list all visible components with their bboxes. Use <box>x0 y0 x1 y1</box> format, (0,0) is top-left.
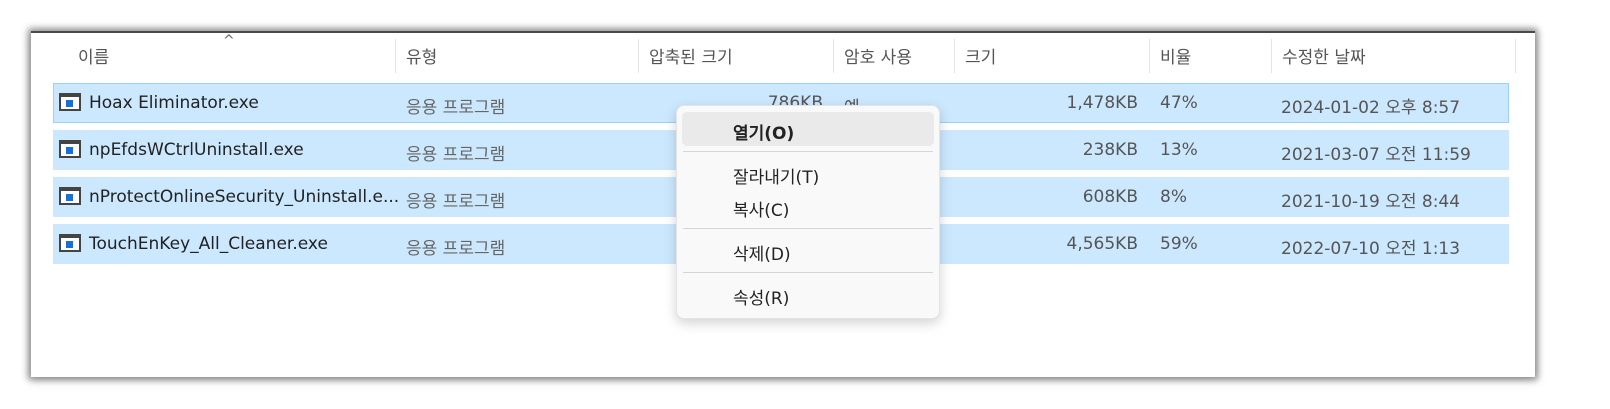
menu-item-cut[interactable]: 잘라내기(T) <box>682 156 934 190</box>
file-size: 4,565KB <box>1066 234 1138 254</box>
menu-divider <box>683 228 933 229</box>
modified-date: 2024-01-02 오후 8:57 <box>1281 98 1461 118</box>
file-type: 응용 프로그램 <box>406 239 506 259</box>
column-divider[interactable] <box>395 39 396 73</box>
modified-date: 2022-07-10 오전 1:13 <box>1281 239 1461 259</box>
menu-item-label: 복사(C) <box>733 201 790 221</box>
file-type: 응용 프로그램 <box>406 98 506 118</box>
context-menu: 열기(O) 잘라내기(T) 복사(C) 삭제(D) 속성(R) <box>676 105 940 319</box>
menu-item-copy[interactable]: 복사(C) <box>682 189 934 223</box>
application-exe-icon <box>59 93 81 111</box>
column-divider[interactable] <box>1149 39 1150 73</box>
column-divider[interactable] <box>1271 39 1272 73</box>
column-header-name[interactable]: 이름 <box>78 43 109 68</box>
menu-item-properties[interactable]: 속성(R) <box>682 277 934 311</box>
file-name: TouchEnKey_All_Cleaner.exe <box>89 234 328 254</box>
menu-divider <box>683 151 933 152</box>
column-header-modified[interactable]: 수정한 날짜 <box>1282 43 1366 68</box>
menu-item-delete[interactable]: 삭제(D) <box>682 233 934 267</box>
file-type: 응용 프로그램 <box>406 145 506 165</box>
column-divider[interactable] <box>638 39 639 73</box>
column-header-ratio[interactable]: 비율 <box>1160 43 1191 68</box>
column-header-password[interactable]: 암호 사용 <box>844 43 912 68</box>
file-size: 238KB <box>1082 140 1138 160</box>
compression-ratio: 8% <box>1160 187 1187 207</box>
menu-item-label: 삭제(D) <box>733 245 791 265</box>
column-divider[interactable] <box>833 39 834 73</box>
application-exe-icon <box>59 187 81 205</box>
column-header-compressed-size[interactable]: 압축된 크기 <box>649 43 733 68</box>
modified-date: 2021-10-19 오전 8:44 <box>1281 192 1461 212</box>
compression-ratio: 59% <box>1160 234 1198 254</box>
column-divider[interactable] <box>1515 39 1516 73</box>
file-name: Hoax Eliminator.exe <box>89 93 259 113</box>
column-header-bar: ^ 이름 유형 압축된 크기 암호 사용 크기 비율 수정한 날짜 <box>31 33 1535 77</box>
file-name: nProtectOnlineSecurity_Uninstall.e... <box>89 187 400 207</box>
sort-ascending-icon: ^ <box>223 33 235 49</box>
file-type: 응용 프로그램 <box>406 192 506 212</box>
column-divider[interactable] <box>954 39 955 73</box>
menu-item-label: 잘라내기(T) <box>733 168 820 188</box>
modified-date: 2021-03-07 오전 11:59 <box>1281 145 1471 165</box>
file-size: 608KB <box>1082 187 1138 207</box>
application-exe-icon <box>59 140 81 158</box>
menu-item-label: 열기(O) <box>733 124 795 144</box>
archive-file-list-window: ^ 이름 유형 압축된 크기 암호 사용 크기 비율 수정한 날짜 Hoax E… <box>31 31 1535 377</box>
column-header-type[interactable]: 유형 <box>406 43 437 68</box>
menu-item-open[interactable]: 열기(O) <box>682 112 934 146</box>
menu-divider <box>683 272 933 273</box>
compression-ratio: 47% <box>1160 93 1198 113</box>
column-header-size[interactable]: 크기 <box>965 43 996 68</box>
file-size: 1,478KB <box>1066 93 1138 113</box>
application-exe-icon <box>59 234 81 252</box>
file-name: npEfdsWCtrlUninstall.exe <box>89 140 304 160</box>
compression-ratio: 13% <box>1160 140 1198 160</box>
menu-item-label: 속성(R) <box>733 289 790 309</box>
